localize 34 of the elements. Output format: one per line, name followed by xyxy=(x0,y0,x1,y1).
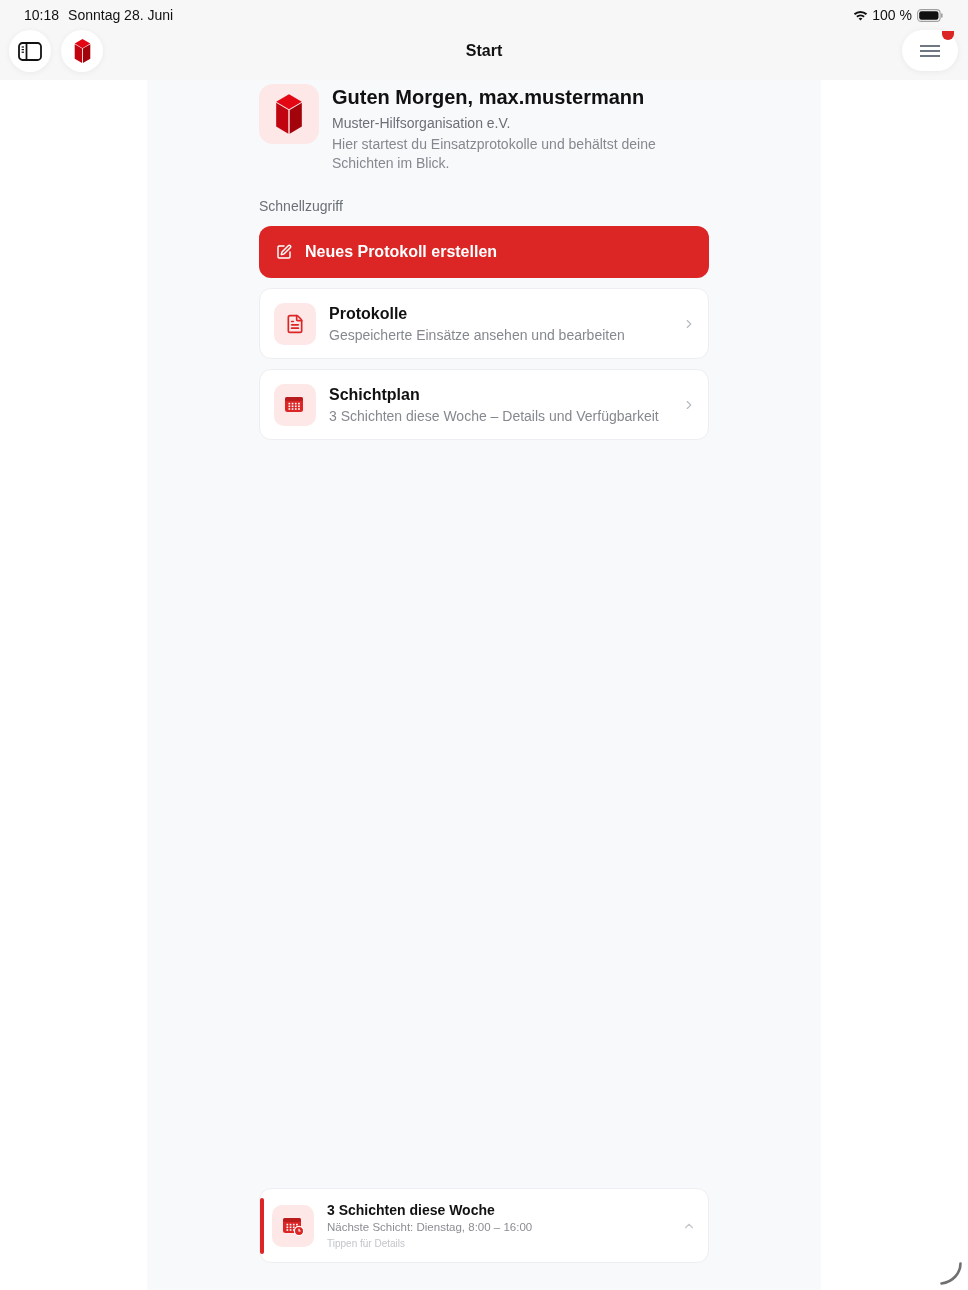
battery-icon xyxy=(917,8,943,22)
calendar-icon xyxy=(274,383,316,426)
card-title: Protokolle xyxy=(329,303,409,324)
intro-text: Hier startest du Einsatzprotokolle und behältst deine Schichten im Blick. xyxy=(332,135,657,173)
shift-summary-card[interactable]: 3 Schichten diese Woche Nächste Schicht: Dienstag, 8:00 – 16:00 Tippen für Details xyxy=(259,1188,709,1263)
card-subtitle: 3 Schichten diese Woche – Details und Verfügbarkeit xyxy=(329,406,660,425)
section-heading: Schnellzugriff xyxy=(259,197,344,215)
banner-hint: Tippen für Details xyxy=(327,1237,406,1250)
card-subtitle: Gespeicherte Einsätze ansehen und bearbeiten xyxy=(329,325,626,344)
wifi-icon xyxy=(853,9,869,21)
greeting-heading: Guten Morgen, max.mustermann xyxy=(332,85,646,109)
menu-icon xyxy=(920,44,940,57)
sidebar-icon xyxy=(18,41,42,61)
new-protocol-button[interactable]: Neues Protokoll erstellen xyxy=(259,226,709,278)
banner-subtitle: Nächste Schicht: Dienstag, 8:00 – 16:00 xyxy=(327,1220,534,1235)
status-time: 10:18 xyxy=(24,5,60,25)
banner-title: 3 Schichten diese Woche xyxy=(327,1201,496,1219)
logo-button[interactable] xyxy=(61,30,103,72)
status-date: Sonntag 28. Juni xyxy=(68,5,174,25)
document-icon xyxy=(274,302,316,345)
organization-name: Muster-Hilfsorganisation e.V. xyxy=(332,114,512,132)
navigation-card[interactable]: Schichtplan 3 Schichten diese Woche – Details und Verfügbarkeit xyxy=(259,369,709,440)
page-title: Start xyxy=(465,41,503,61)
menu-button[interactable] xyxy=(902,30,958,71)
sidebar-toggle-button[interactable] xyxy=(9,30,51,72)
calendar-clock-icon xyxy=(272,1204,314,1247)
card-title: Schichtplan xyxy=(329,384,421,405)
cube-logo-icon xyxy=(73,38,91,64)
navigation-card[interactable]: Protokolle Gespeicherte Einsätze ansehen und bearbeiten xyxy=(259,288,709,359)
cube-logo-icon xyxy=(259,84,319,144)
edit-icon xyxy=(276,244,292,260)
accent-bar xyxy=(260,1197,264,1254)
arc-icon xyxy=(940,1262,962,1285)
battery-percentage: 100 % xyxy=(872,5,912,25)
